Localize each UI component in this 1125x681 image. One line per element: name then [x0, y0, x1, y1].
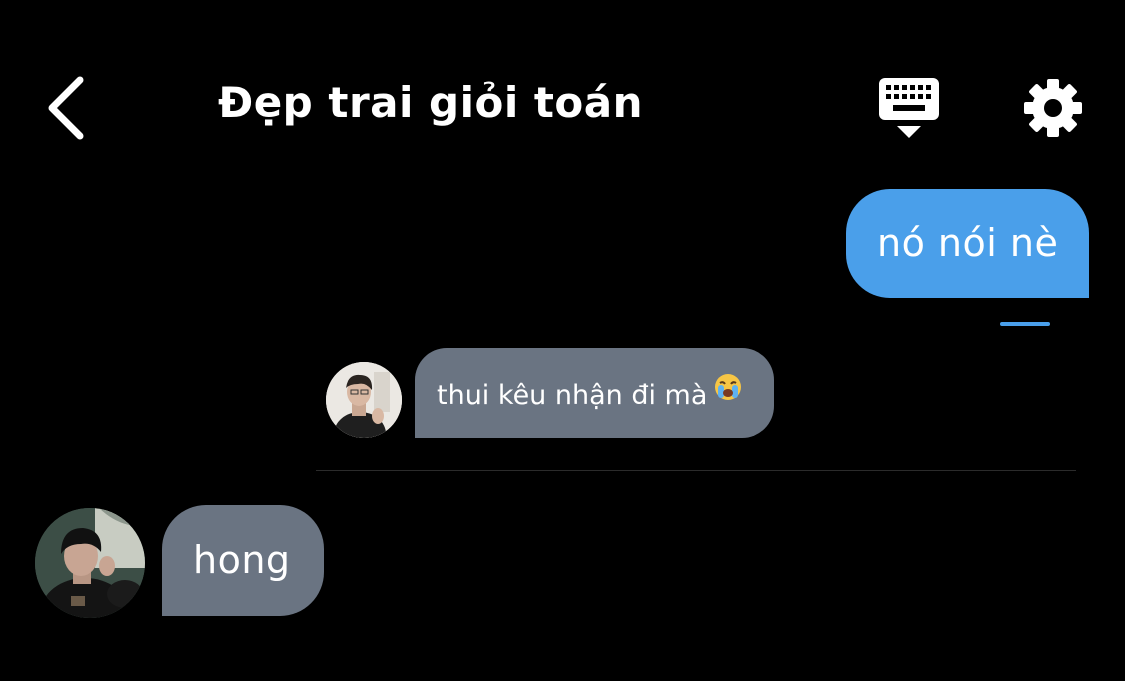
message-text: nó nói nè	[877, 221, 1059, 265]
keyboard-icon	[879, 78, 939, 138]
gear-icon	[1024, 79, 1082, 137]
divider	[316, 470, 1076, 471]
message-text: thui kêu nhận đi mà	[437, 380, 708, 411]
avatar[interactable]	[35, 508, 145, 618]
chat-header: Đẹp trai giỏi toán	[0, 0, 1125, 190]
outgoing-message-bubble[interactable]: nó nói nè	[846, 189, 1089, 298]
back-button[interactable]	[40, 72, 100, 142]
profile-photo	[326, 362, 402, 438]
incoming-message-bubble[interactable]: hong	[162, 505, 324, 616]
message-text: hong	[193, 538, 291, 582]
settings-button[interactable]	[1022, 77, 1084, 139]
crying-face-emoji-icon	[713, 346, 743, 442]
chevron-left-icon	[48, 76, 84, 140]
keyboard-button[interactable]	[876, 76, 942, 142]
read-indicator	[1000, 322, 1050, 326]
chat-title: Đẹp trai giỏi toán	[218, 78, 644, 127]
avatar[interactable]	[326, 362, 402, 438]
incoming-message-bubble[interactable]: thui kêu nhận đi mà	[415, 348, 774, 438]
profile-photo	[35, 508, 145, 618]
